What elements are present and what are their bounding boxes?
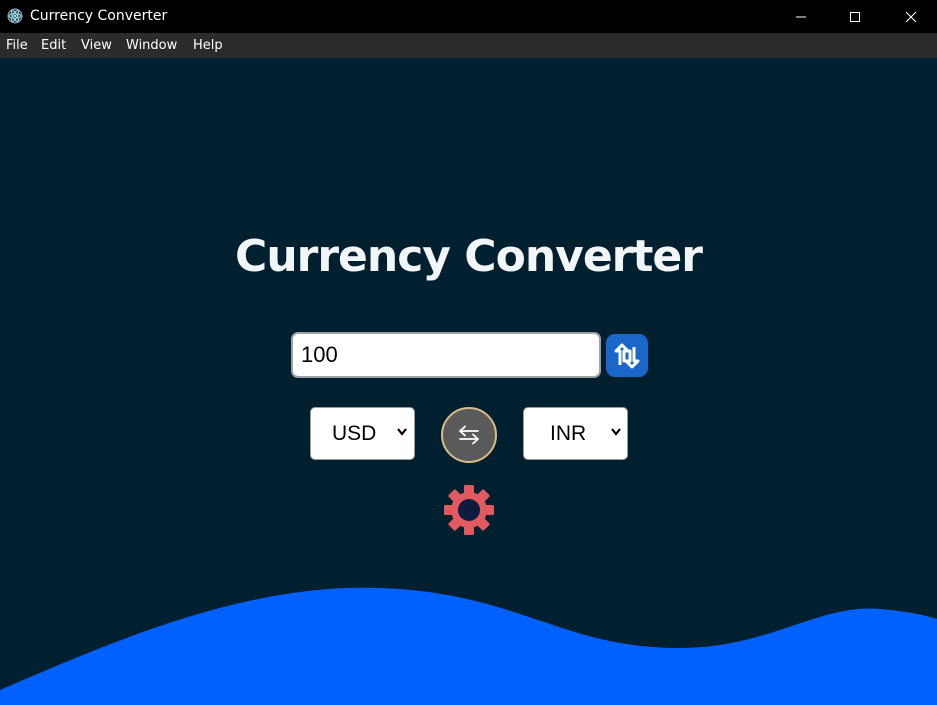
app-content: Currency Converter USD INR — [0, 58, 937, 705]
minimize-button[interactable] — [778, 0, 824, 33]
maximize-button[interactable] — [832, 0, 878, 33]
chevron-down-icon — [397, 428, 407, 436]
app-heading: Currency Converter — [235, 231, 703, 282]
menu-bar: File Edit View Window Help — [0, 33, 937, 58]
menu-view[interactable]: View — [81, 38, 112, 54]
to-currency-select[interactable]: INR — [523, 407, 628, 460]
swap-arrows-icon — [459, 425, 479, 445]
from-currency-select[interactable]: USD — [310, 407, 415, 460]
window-title: Currency Converter — [30, 8, 168, 24]
gear-icon — [444, 485, 494, 535]
to-currency-value: INR — [550, 422, 587, 445]
close-icon — [905, 11, 917, 22]
background-wave — [0, 587, 937, 705]
convert-button[interactable] — [606, 334, 648, 377]
window-title-bar: Currency Converter — [0, 0, 937, 33]
from-currency-value: USD — [332, 422, 377, 445]
minimize-icon — [796, 16, 806, 17]
menu-edit[interactable]: Edit — [41, 38, 66, 54]
menu-help[interactable]: Help — [193, 38, 223, 54]
menu-file[interactable]: File — [6, 38, 28, 54]
swap-button[interactable] — [441, 407, 497, 463]
electron-app-icon — [7, 8, 23, 24]
settings-button[interactable] — [443, 484, 495, 536]
close-button[interactable] — [888, 0, 934, 33]
menu-window[interactable]: Window — [126, 38, 177, 54]
chevron-down-icon — [611, 428, 621, 436]
maximize-icon — [850, 11, 860, 22]
amount-input[interactable] — [291, 332, 601, 378]
convert-arrows-icon — [614, 343, 640, 368]
